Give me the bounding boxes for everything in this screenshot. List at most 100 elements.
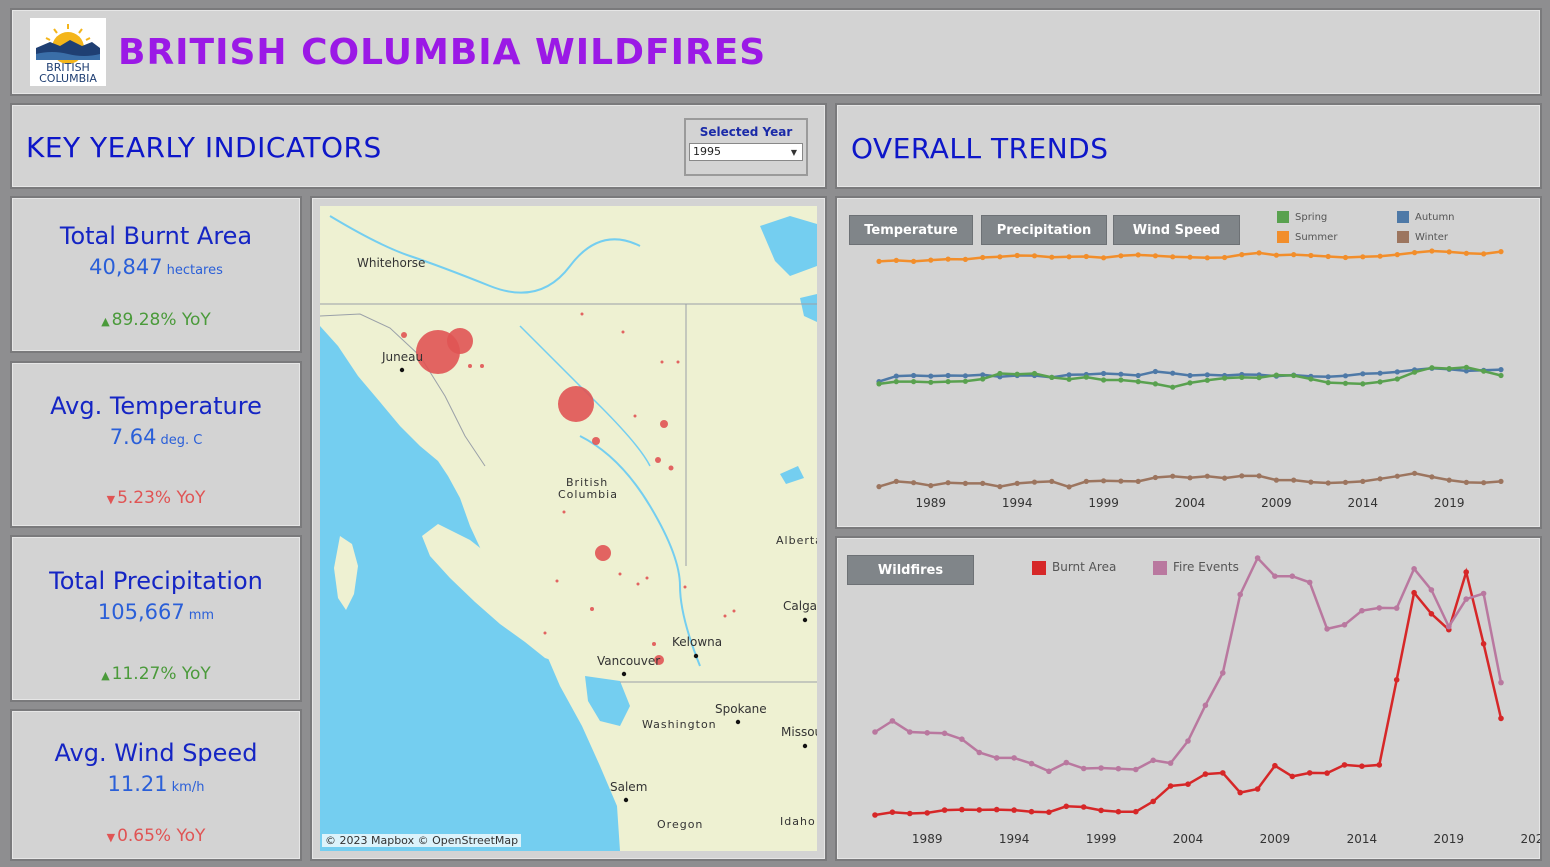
data-point[interactable] — [1498, 679, 1504, 686]
data-point[interactable] — [889, 718, 896, 724]
data-point[interactable] — [962, 480, 968, 486]
fire-bubble[interactable] — [401, 332, 407, 338]
data-point[interactable] — [1308, 479, 1314, 485]
fire-bubble[interactable] — [618, 572, 622, 576]
data-point[interactable] — [1254, 786, 1261, 792]
data-point[interactable] — [941, 807, 948, 813]
data-point[interactable] — [1187, 372, 1193, 379]
data-point[interactable] — [1377, 370, 1383, 376]
data-point[interactable] — [1170, 254, 1176, 260]
data-point[interactable] — [1463, 596, 1469, 602]
data-point[interactable] — [1118, 377, 1124, 383]
data-point[interactable] — [1394, 376, 1400, 382]
data-point[interactable] — [1289, 573, 1296, 579]
data-point[interactable] — [1152, 381, 1158, 387]
data-point[interactable] — [1239, 252, 1245, 258]
data-point[interactable] — [1360, 371, 1366, 377]
data-point[interactable] — [1115, 765, 1122, 772]
data-point[interactable] — [1152, 368, 1158, 375]
data-point[interactable] — [1306, 579, 1313, 586]
data-point[interactable] — [962, 373, 968, 379]
data-point[interactable] — [1066, 372, 1072, 378]
data-point[interactable] — [1152, 253, 1158, 259]
data-point[interactable] — [876, 484, 882, 490]
data-point[interactable] — [1222, 475, 1228, 481]
fire-bubble[interactable] — [590, 607, 594, 611]
data-point[interactable] — [893, 478, 899, 484]
data-point[interactable] — [1463, 364, 1469, 370]
data-point[interactable] — [1480, 590, 1487, 597]
data-point[interactable] — [1204, 377, 1210, 383]
data-point[interactable] — [1360, 478, 1366, 484]
data-point[interactable] — [1376, 605, 1383, 611]
data-point[interactable] — [1481, 368, 1487, 374]
data-point[interactable] — [928, 483, 934, 489]
data-point[interactable] — [997, 484, 1003, 490]
data-point[interactable] — [1446, 249, 1452, 255]
data-point[interactable] — [1446, 366, 1452, 372]
data-point[interactable] — [928, 257, 934, 263]
data-point[interactable] — [1066, 484, 1072, 490]
data-point[interactable] — [1342, 254, 1349, 261]
data-point[interactable] — [1239, 374, 1245, 380]
data-point[interactable] — [1135, 252, 1141, 258]
data-point[interactable] — [1308, 376, 1314, 382]
data-point[interactable] — [1412, 369, 1418, 375]
data-point[interactable] — [928, 379, 934, 385]
data-point[interactable] — [1185, 738, 1191, 744]
data-point[interactable] — [1237, 591, 1243, 598]
data-point[interactable] — [1049, 254, 1055, 260]
fire-bubble[interactable] — [555, 579, 559, 583]
data-point[interactable] — [1150, 798, 1156, 805]
data-point[interactable] — [1429, 365, 1435, 371]
data-point[interactable] — [1066, 376, 1072, 382]
data-point[interactable] — [959, 736, 965, 742]
data-point[interactable] — [911, 480, 917, 486]
data-point[interactable] — [1170, 473, 1176, 479]
data-point[interactable] — [1063, 803, 1070, 810]
data-point[interactable] — [962, 256, 968, 262]
fire-bubble[interactable] — [645, 576, 649, 580]
data-point[interactable] — [1289, 773, 1296, 780]
data-point[interactable] — [1202, 702, 1209, 709]
data-point[interactable] — [1083, 478, 1089, 484]
data-point[interactable] — [1101, 377, 1107, 383]
data-point[interactable] — [924, 810, 930, 816]
data-point[interactable] — [1083, 374, 1089, 380]
data-point[interactable] — [1272, 762, 1278, 769]
data-point[interactable] — [1341, 622, 1348, 628]
data-point[interactable] — [1204, 255, 1210, 261]
data-point[interactable] — [1135, 372, 1141, 379]
data-point[interactable] — [893, 257, 899, 263]
data-point[interactable] — [1463, 250, 1469, 256]
data-point[interactable] — [1446, 623, 1452, 630]
fire-bubble[interactable] — [621, 330, 625, 334]
data-point[interactable] — [1118, 371, 1124, 377]
data-point[interactable] — [1324, 626, 1330, 632]
data-point[interactable] — [1325, 480, 1331, 486]
data-point[interactable] — [1325, 374, 1331, 380]
data-point[interactable] — [1031, 479, 1038, 485]
data-point[interactable] — [980, 480, 986, 486]
data-point[interactable] — [876, 381, 882, 387]
data-point[interactable] — [1115, 808, 1122, 815]
data-point[interactable] — [1133, 808, 1139, 815]
data-point[interactable] — [1393, 677, 1400, 683]
data-point[interactable] — [1101, 255, 1107, 261]
fire-bubble[interactable] — [723, 614, 727, 618]
data-point[interactable] — [911, 372, 917, 379]
data-point[interactable] — [1014, 480, 1020, 486]
data-point[interactable] — [1167, 760, 1174, 766]
data-point[interactable] — [1187, 475, 1193, 481]
seasonal-line-chart[interactable]: 1989 1994 1999 2004 2009 2014 2019 — [837, 198, 1540, 527]
data-point[interactable] — [976, 807, 983, 813]
data-point[interactable] — [1394, 252, 1400, 258]
data-point[interactable] — [1083, 253, 1089, 260]
fire-bubble[interactable] — [652, 642, 656, 646]
data-point[interactable] — [1393, 605, 1400, 611]
data-point[interactable] — [1481, 251, 1487, 257]
data-point[interactable] — [1049, 374, 1055, 380]
data-point[interactable] — [1360, 254, 1366, 260]
data-point[interactable] — [1256, 250, 1262, 256]
data-point[interactable] — [993, 806, 1000, 813]
